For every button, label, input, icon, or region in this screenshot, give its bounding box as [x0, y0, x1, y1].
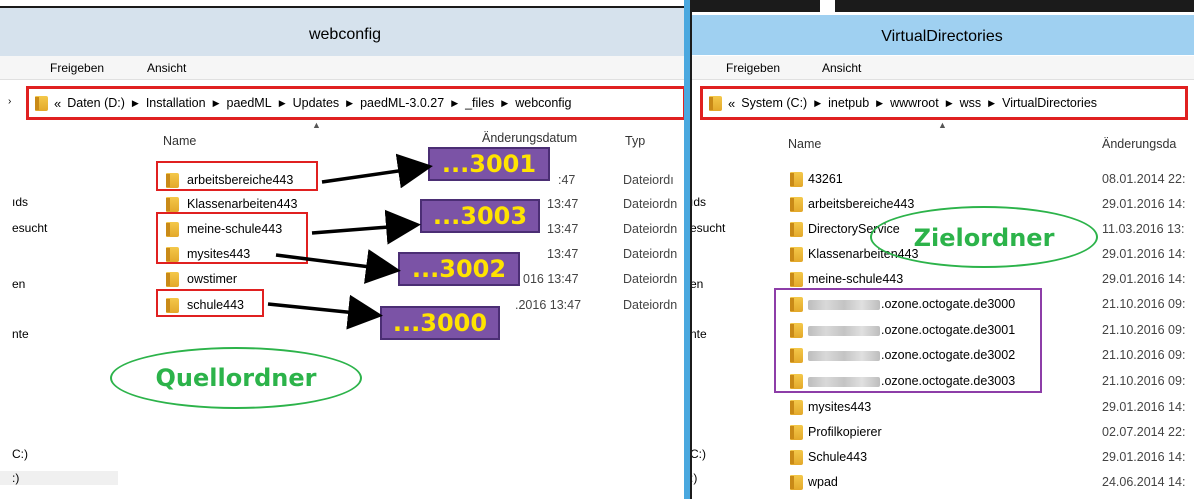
arrow-line: [321, 153, 433, 189]
annotation-arrows: [267, 153, 433, 330]
arrow-line: [267, 294, 383, 330]
arrow-line: [311, 209, 421, 245]
arrow-line: [275, 249, 401, 284]
